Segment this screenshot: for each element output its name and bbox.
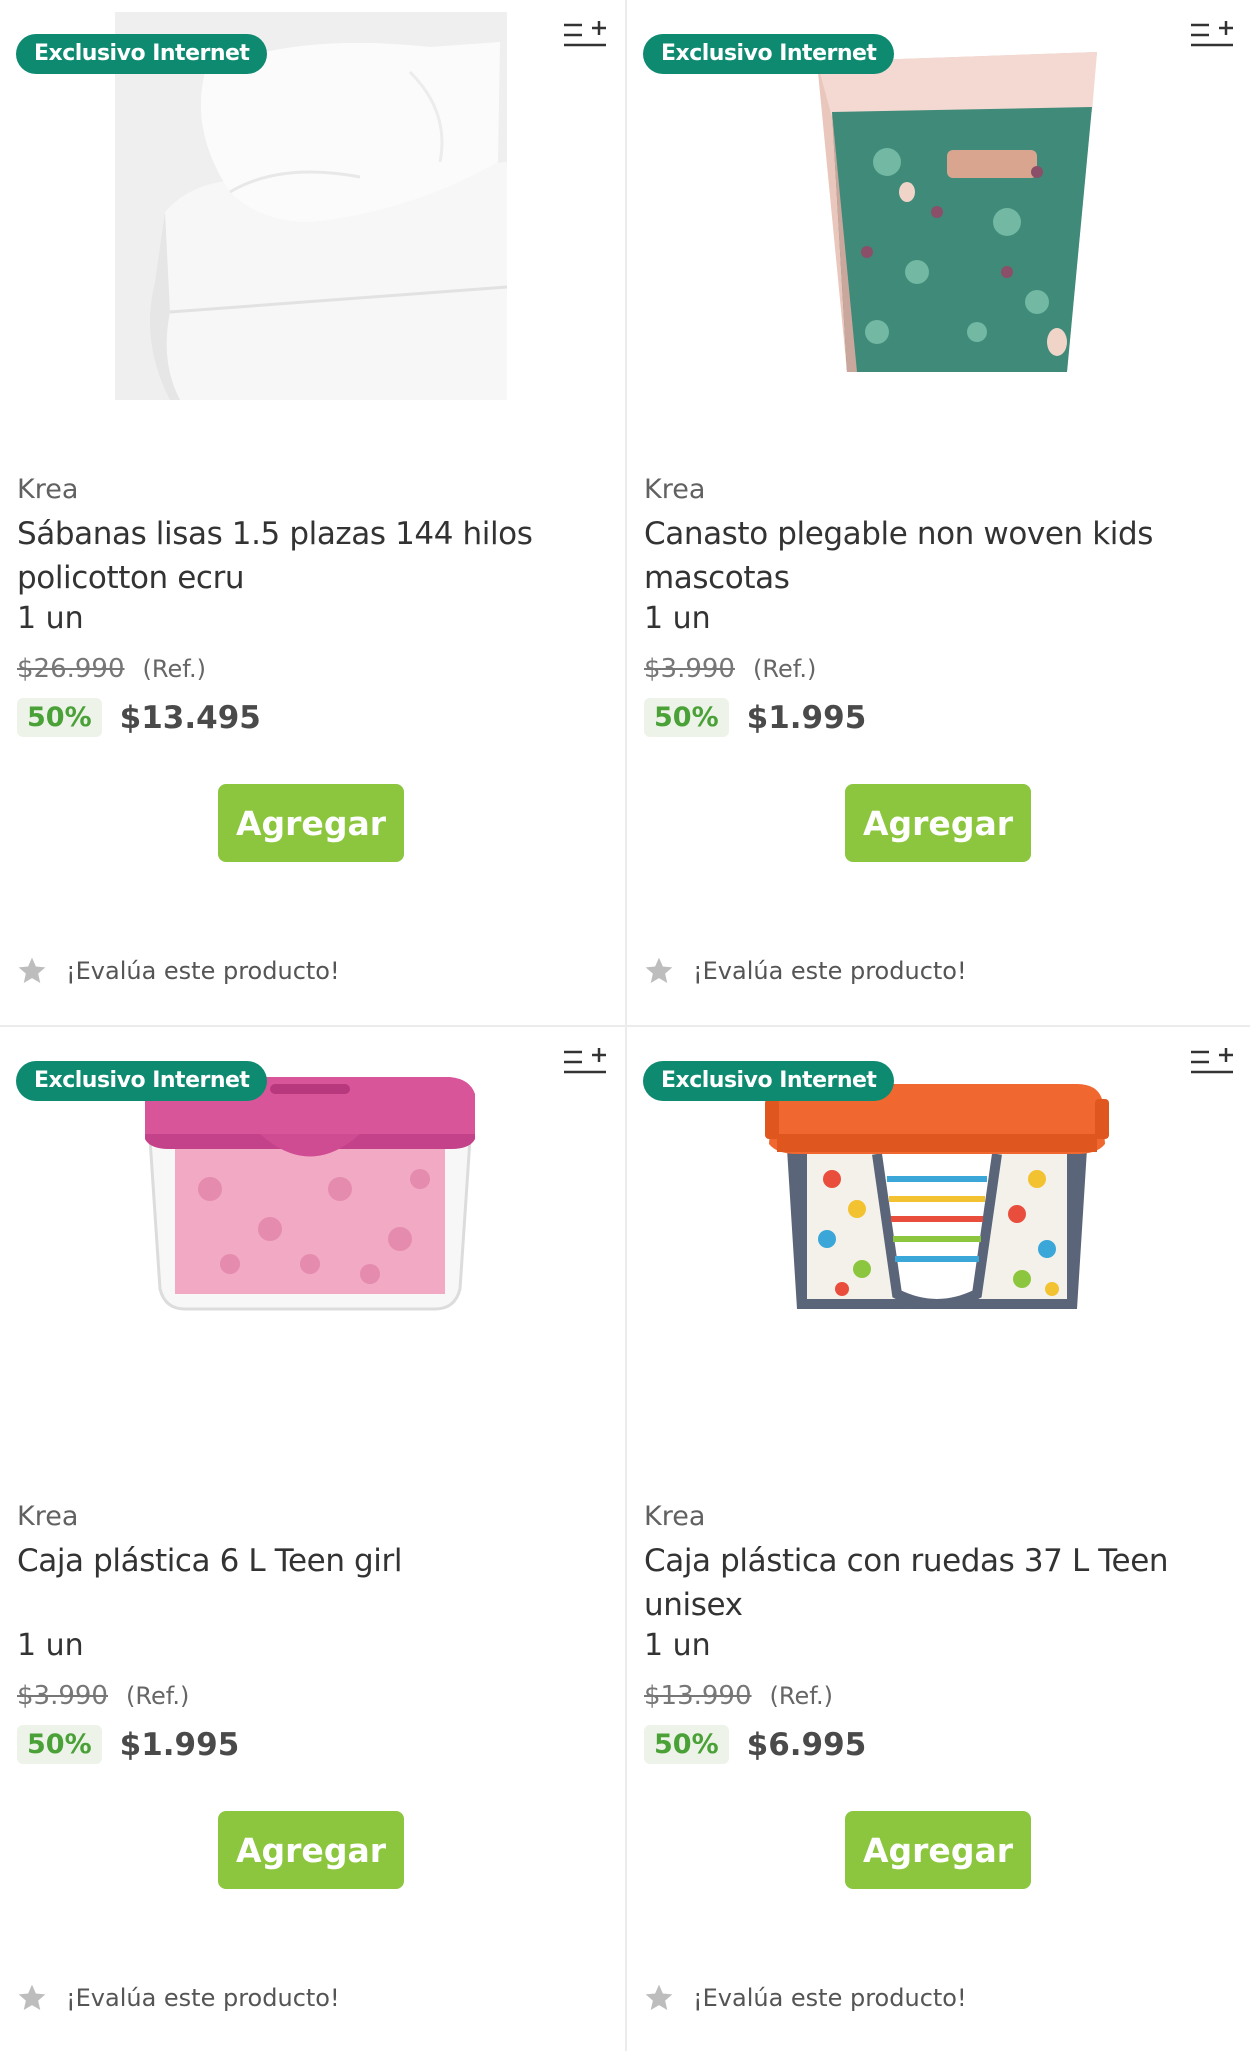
- rate-product-link[interactable]: ¡Evalúa este producto!: [643, 1982, 967, 2014]
- rate-product-label: ¡Evalúa este producto!: [693, 957, 967, 985]
- sale-price: $13.495: [119, 699, 261, 736]
- discount-badge: 50%: [17, 698, 102, 737]
- rate-product-label: ¡Evalúa este producto!: [66, 957, 340, 985]
- product-grid: Exclusivo Internet Krea Sábanas lisas 1.…: [0, 0, 1250, 2051]
- ref-label: (Ref.): [125, 1682, 190, 1710]
- product-quantity: 1 un: [644, 1628, 711, 1663]
- reference-price-row: $13.990 (Ref.): [644, 1681, 833, 1711]
- reference-price-row: $26.990 (Ref.): [17, 654, 206, 684]
- add-to-cart-button[interactable]: Agregar: [845, 784, 1031, 862]
- exclusive-badge: Exclusivo Internet: [643, 34, 895, 74]
- product-title[interactable]: Canasto plegable non woven kids mascotas: [644, 512, 1234, 600]
- product-quantity: 1 un: [644, 601, 711, 636]
- star-icon: [18, 957, 46, 983]
- product-brand: Krea: [644, 1501, 706, 1532]
- price-row: 50% $13.495: [17, 698, 261, 737]
- rate-product-label: ¡Evalúa este producto!: [66, 1984, 340, 2012]
- old-price: $3.990: [17, 1681, 108, 1711]
- ref-label: (Ref.): [769, 1682, 833, 1710]
- product-brand: Krea: [644, 474, 706, 505]
- product-title[interactable]: Caja plástica 6 L Teen girl: [17, 1539, 607, 1583]
- rate-product-link[interactable]: ¡Evalúa este producto!: [643, 955, 967, 987]
- price-row: 50% $1.995: [644, 698, 866, 737]
- rate-product-link[interactable]: ¡Evalúa este producto!: [16, 1982, 340, 2014]
- ref-label: (Ref.): [142, 655, 206, 683]
- star-icon: [645, 1984, 673, 2010]
- product-quantity: 1 un: [17, 601, 84, 636]
- discount-badge: 50%: [17, 1725, 102, 1764]
- product-card: Exclusivo Internet Krea Canasto plegable…: [627, 0, 1250, 1025]
- add-to-cart-button[interactable]: Agregar: [845, 1811, 1031, 1889]
- rate-product-label: ¡Evalúa este producto!: [693, 1984, 967, 2012]
- add-to-cart-button[interactable]: Agregar: [218, 1811, 404, 1889]
- product-card: Exclusivo Internet Krea Caja plástica 6 …: [0, 1027, 625, 2051]
- product-title[interactable]: Sábanas lisas 1.5 plazas 144 hilos polic…: [17, 512, 607, 600]
- price-row: 50% $6.995: [644, 1725, 866, 1764]
- sale-price: $1.995: [119, 1726, 240, 1763]
- add-to-list-icon[interactable]: [1189, 18, 1237, 52]
- reference-price-row: $3.990 (Ref.): [17, 1681, 189, 1711]
- sale-price: $1.995: [746, 699, 867, 736]
- star-icon: [645, 957, 673, 983]
- exclusive-badge: Exclusivo Internet: [643, 1061, 895, 1101]
- sale-price: $6.995: [746, 1726, 867, 1763]
- price-row: 50% $1.995: [17, 1725, 239, 1764]
- old-price: $26.990: [17, 654, 125, 684]
- product-card: Exclusivo Internet Krea Sábanas lisas 1.…: [0, 0, 625, 1025]
- reference-price-row: $3.990 (Ref.): [644, 654, 816, 684]
- product-brand: Krea: [17, 1501, 79, 1532]
- rate-product-link[interactable]: ¡Evalúa este producto!: [16, 955, 340, 987]
- discount-badge: 50%: [644, 698, 729, 737]
- exclusive-badge: Exclusivo Internet: [16, 1061, 268, 1101]
- old-price: $13.990: [644, 1681, 752, 1711]
- product-brand: Krea: [17, 474, 79, 505]
- ref-label: (Ref.): [752, 655, 817, 683]
- star-icon: [18, 1984, 46, 2010]
- product-card: Exclusivo Internet Krea Caja plástica co…: [627, 1027, 1250, 2051]
- discount-badge: 50%: [644, 1725, 729, 1764]
- add-to-list-icon[interactable]: [562, 1045, 610, 1079]
- add-to-cart-button[interactable]: Agregar: [218, 784, 404, 862]
- product-quantity: 1 un: [17, 1628, 84, 1663]
- exclusive-badge: Exclusivo Internet: [16, 34, 268, 74]
- product-title[interactable]: Caja plástica con ruedas 37 L Teen unise…: [644, 1539, 1234, 1627]
- add-to-list-icon[interactable]: [1189, 1045, 1237, 1079]
- old-price: $3.990: [644, 654, 735, 684]
- add-to-list-icon[interactable]: [562, 18, 610, 52]
